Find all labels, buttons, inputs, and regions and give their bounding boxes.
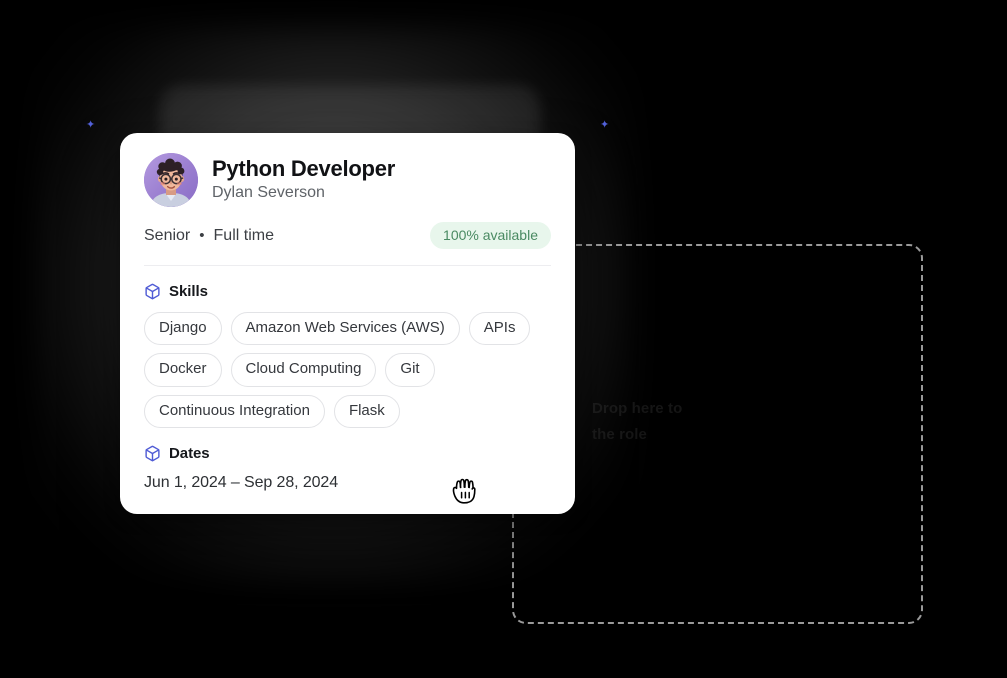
seniority-label: Senior xyxy=(144,227,190,245)
skill-pill[interactable]: Cloud Computing xyxy=(231,353,377,386)
dragged-role-card[interactable]: Python Developer Dylan Severson Senior •… xyxy=(120,133,575,514)
header-divider xyxy=(144,265,551,266)
skill-pill[interactable]: Continuous Integration xyxy=(144,395,325,428)
skills-pill-list: Django Amazon Web Services (AWS) APIs Do… xyxy=(144,312,551,428)
skill-pill[interactable]: Flask xyxy=(334,395,400,428)
dates-title: Dates xyxy=(169,445,210,462)
screenshot-canvas: Drop here to the role ✦ ✦ xyxy=(0,0,1007,678)
sparkle-icon: ✦ xyxy=(600,120,611,131)
skills-section: Skills Django Amazon Web Services (AWS) … xyxy=(144,283,551,428)
cube-icon xyxy=(144,445,161,462)
card-meta-row: Senior • Full time 100% available xyxy=(144,222,551,249)
skills-section-header: Skills xyxy=(144,283,551,300)
skill-pill[interactable]: Django xyxy=(144,312,222,345)
skill-pill[interactable]: APIs xyxy=(469,312,531,345)
employment-type-label: Full time xyxy=(214,227,274,245)
person-name: Dylan Severson xyxy=(212,183,395,204)
availability-badge: 100% available xyxy=(430,222,551,249)
role-meta: Senior • Full time xyxy=(144,227,274,245)
role-title: Python Developer xyxy=(212,156,395,182)
card-header-text: Python Developer Dylan Severson xyxy=(212,156,395,204)
avatar xyxy=(144,153,198,207)
skills-title: Skills xyxy=(169,283,208,300)
sparkle-icon: ✦ xyxy=(86,120,97,131)
skill-pill[interactable]: Docker xyxy=(144,353,222,386)
date-range-text: Jun 1, 2024 – Sep 28, 2024 xyxy=(144,474,551,492)
skill-pill[interactable]: Git xyxy=(385,353,434,386)
dates-section: Dates Jun 1, 2024 – Sep 28, 2024 xyxy=(144,445,551,492)
card-header: Python Developer Dylan Severson xyxy=(144,153,551,207)
dates-section-header: Dates xyxy=(144,445,551,462)
skill-pill[interactable]: Amazon Web Services (AWS) xyxy=(231,312,460,345)
meta-separator: • xyxy=(199,228,204,243)
cube-icon xyxy=(144,283,161,300)
